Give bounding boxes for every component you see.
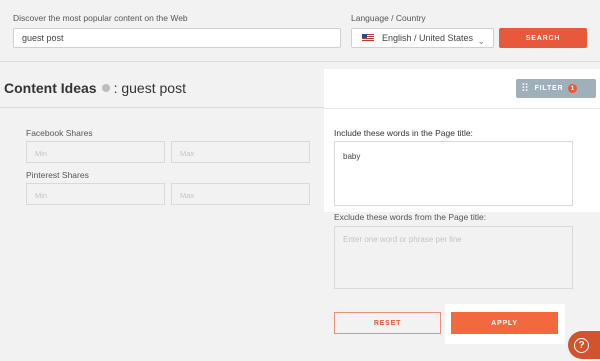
exclude-words-label: Exclude these words from the Page title: [334, 212, 487, 222]
us-flag-icon [362, 34, 374, 42]
filter-count-badge: 1 [568, 84, 578, 93]
pinterest-min-input[interactable]: Min [26, 183, 165, 205]
search-button[interactable]: SEARCH [499, 28, 587, 48]
apply-button[interactable]: APPLY [451, 312, 558, 334]
include-words-textarea[interactable]: baby [334, 141, 573, 206]
title-bold: Content Ideas [4, 80, 97, 96]
search-bar: Discover the most popular content on the… [0, 0, 600, 62]
info-icon[interactable] [101, 84, 110, 92]
search-label: Discover the most popular content on the… [13, 13, 188, 23]
language-selected: English / United States [382, 33, 474, 43]
filter-label: FILTER [534, 85, 564, 92]
language-select[interactable]: English / United States ⌄ [351, 28, 494, 48]
exclude-words-textarea[interactable]: Enter one word or phrase per line [334, 226, 573, 289]
help-button[interactable]: ? [568, 331, 600, 359]
language-label: Language / Country [351, 13, 426, 23]
title-query: : guest post [113, 80, 186, 96]
divider [0, 107, 325, 108]
search-input[interactable]: guest post [13, 28, 341, 48]
facebook-min-input[interactable]: Min [26, 141, 165, 163]
facebook-shares-label: Facebook Shares [26, 128, 93, 138]
filter-button[interactable]: ⫶⫶ FILTER 1 [516, 79, 596, 98]
facebook-max-input[interactable]: Max [171, 141, 310, 163]
pinterest-max-input[interactable]: Max [171, 183, 310, 205]
include-words-label: Include these words in the Page title: [334, 128, 473, 138]
chevron-down-icon: ⌄ [477, 36, 485, 46]
help-icon: ? [574, 337, 589, 353]
page-title: Content Ideas : guest post [4, 80, 186, 96]
reset-button[interactable]: RESET [334, 312, 441, 334]
pinterest-shares-label: Pinterest Shares [26, 170, 89, 180]
panel-divider [324, 108, 600, 109]
sliders-icon: ⫶⫶ [522, 83, 529, 94]
